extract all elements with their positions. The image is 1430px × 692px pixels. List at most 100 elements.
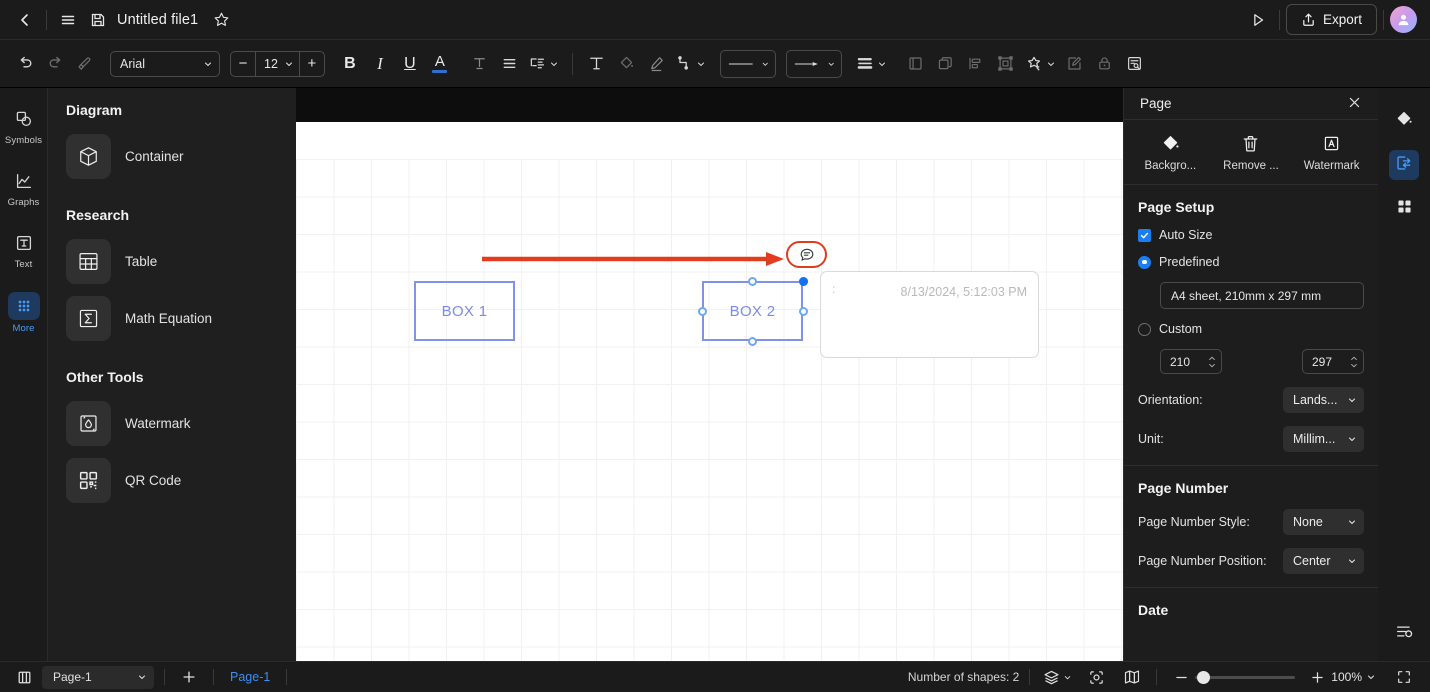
font-size-stepper[interactable]: − 12 + xyxy=(230,50,325,77)
underline-button[interactable]: U xyxy=(395,49,425,79)
page-select[interactable]: Page-1 xyxy=(42,665,154,689)
right-rail-settings[interactable] xyxy=(1389,619,1419,649)
tool-label-math-equation: Math Equation xyxy=(125,311,213,326)
height-spinner[interactable] xyxy=(1350,356,1358,368)
tool-item-watermark[interactable]: Watermark xyxy=(48,395,296,452)
font-size-increase[interactable]: + xyxy=(300,52,324,76)
shape-box-1[interactable]: BOX 1 xyxy=(414,281,515,341)
text-align-icon[interactable] xyxy=(495,49,525,79)
auto-size-checkbox[interactable] xyxy=(1138,228,1151,242)
page-width-input[interactable]: 210 xyxy=(1160,349,1222,374)
page-number-position-select[interactable]: Center xyxy=(1283,548,1364,574)
fill-color-icon[interactable] xyxy=(612,49,642,79)
panel-tool-background[interactable]: Backgro... xyxy=(1131,133,1209,172)
comment-note-card[interactable]: : 8/13/2024, 5:12:03 PM xyxy=(820,271,1039,358)
page-height-input[interactable]: 297 xyxy=(1302,349,1364,374)
lock-icon[interactable] xyxy=(1090,49,1120,79)
right-rail-background[interactable] xyxy=(1389,106,1419,136)
comment-button-highlight[interactable] xyxy=(786,241,827,268)
pen-line-icon[interactable] xyxy=(642,49,672,79)
back-button[interactable] xyxy=(10,5,40,35)
format-painter-icon[interactable] xyxy=(70,49,100,79)
frame-icon[interactable] xyxy=(901,49,931,79)
rail-item-graphs[interactable]: Graphs xyxy=(4,164,44,212)
add-page-button[interactable] xyxy=(175,665,203,689)
unit-select[interactable]: Millim... xyxy=(1283,426,1364,452)
find-replace-icon[interactable] xyxy=(1120,49,1150,79)
right-rail-apps[interactable] xyxy=(1389,194,1419,224)
panel-toggle-icon[interactable] xyxy=(10,665,38,689)
avatar[interactable] xyxy=(1390,6,1417,33)
duplicate-icon[interactable] xyxy=(931,49,961,79)
panel-tool-remove[interactable]: Remove ... xyxy=(1212,133,1290,172)
zoom-level-value: 100% xyxy=(1331,670,1362,684)
custom-radio[interactable] xyxy=(1138,322,1151,336)
layers-button[interactable] xyxy=(1040,665,1074,689)
right-rail-page-properties[interactable] xyxy=(1389,150,1419,180)
group-icon[interactable] xyxy=(991,49,1021,79)
line-weight-button[interactable] xyxy=(852,49,891,79)
zoom-level-select[interactable]: 100% xyxy=(1331,670,1376,684)
tool-item-qr-code[interactable]: QR Code xyxy=(48,452,296,509)
font-family-select[interactable]: Arial xyxy=(110,50,220,77)
chevron-down-icon xyxy=(1349,559,1355,563)
close-icon[interactable] xyxy=(1345,93,1364,115)
tool-item-container[interactable]: Container xyxy=(48,128,296,185)
zoom-out-button[interactable] xyxy=(1167,665,1195,689)
predefined-row[interactable]: Predefined xyxy=(1138,255,1364,269)
document-page[interactable]: BOX 1 : 8/13/2024, 5:12:03 PM BOX 2 xyxy=(296,122,1123,661)
predefined-size-input[interactable]: A4 sheet, 210mm x 297 mm xyxy=(1160,282,1364,309)
italic-button[interactable]: I xyxy=(365,49,395,79)
present-button[interactable] xyxy=(1243,5,1273,35)
custom-row[interactable]: Custom xyxy=(1138,322,1364,336)
undo-icon[interactable] xyxy=(10,49,40,79)
export-button[interactable]: Export xyxy=(1285,4,1377,35)
redo-icon[interactable] xyxy=(40,49,70,79)
focus-target-icon[interactable] xyxy=(1082,665,1110,689)
map-overview-icon[interactable] xyxy=(1118,665,1146,689)
page-number-style-select[interactable]: None xyxy=(1283,509,1364,535)
line-spacing-button[interactable] xyxy=(525,49,563,79)
connector-button[interactable] xyxy=(672,49,710,79)
arrow-style-select[interactable] xyxy=(785,49,842,78)
orientation-select[interactable]: Lands... xyxy=(1283,387,1364,413)
resize-handle-top-center[interactable] xyxy=(748,277,757,286)
star-icon[interactable] xyxy=(206,5,236,35)
document-title[interactable]: Untitled file1 xyxy=(117,12,198,28)
predefined-radio[interactable] xyxy=(1138,255,1151,269)
zoom-in-button[interactable] xyxy=(1303,665,1331,689)
tool-item-table[interactable]: Table xyxy=(48,233,296,290)
text-box-icon[interactable] xyxy=(582,49,612,79)
font-size-decrease[interactable]: − xyxy=(231,52,255,76)
save-icon[interactable] xyxy=(83,5,113,35)
rail-item-more[interactable]: More xyxy=(4,288,44,338)
tool-item-math-equation[interactable]: Math Equation xyxy=(48,290,296,347)
page-tab-1[interactable]: Page-1 xyxy=(224,670,276,684)
resize-handle-middle-right[interactable] xyxy=(798,307,808,316)
align-objects-icon[interactable] xyxy=(961,49,991,79)
bold-button[interactable]: B xyxy=(335,49,365,79)
resize-handle-middle-left[interactable] xyxy=(698,307,707,316)
fullscreen-icon[interactable] xyxy=(1390,665,1418,689)
shape-box-2[interactable]: BOX 2 xyxy=(702,281,803,341)
rail-item-text[interactable]: Text xyxy=(4,226,44,274)
width-spinner[interactable] xyxy=(1208,356,1216,368)
resize-handle-bottom-center[interactable] xyxy=(748,337,757,346)
font-size-select[interactable]: 12 xyxy=(255,51,300,76)
zoom-slider[interactable] xyxy=(1195,670,1296,684)
text-effect-icon[interactable] xyxy=(465,49,495,79)
canvas-area[interactable]: BOX 1 : 8/13/2024, 5:12:03 PM BOX 2 xyxy=(296,88,1123,661)
export-label: Export xyxy=(1322,12,1362,27)
auto-size-row[interactable]: Auto Size xyxy=(1138,228,1364,242)
rail-item-symbols[interactable]: Symbols xyxy=(4,102,44,150)
magic-effects-button[interactable] xyxy=(1021,49,1060,79)
zoom-slider-knob[interactable] xyxy=(1197,670,1211,684)
rotation-handle[interactable] xyxy=(798,277,808,286)
edit-pencil-icon[interactable] xyxy=(1060,49,1090,79)
hamburger-menu-button[interactable] xyxy=(53,5,83,35)
line-style-select[interactable] xyxy=(719,49,776,78)
orientation-label: Orientation: xyxy=(1138,393,1203,407)
watermark-a-icon xyxy=(1322,133,1341,153)
font-color-button[interactable]: A xyxy=(425,49,455,79)
panel-tool-watermark[interactable]: Watermark xyxy=(1293,133,1371,172)
